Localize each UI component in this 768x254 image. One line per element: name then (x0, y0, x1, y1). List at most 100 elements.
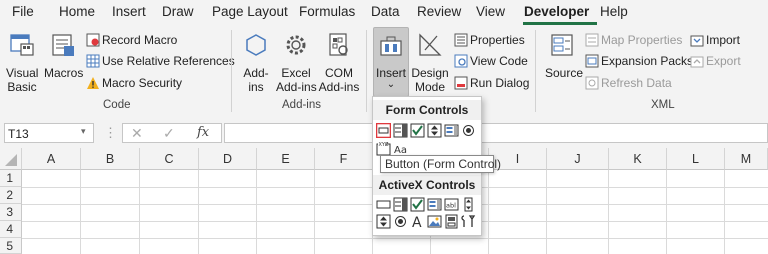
refresh-data-button[interactable]: Refresh Data (601, 76, 672, 90)
row-header-2[interactable]: 2 (0, 187, 22, 204)
enter-icon[interactable]: ✓ (163, 125, 175, 142)
grid-line (198, 170, 199, 254)
tab-file[interactable]: File (12, 4, 34, 19)
scroll-bar-icon[interactable] (461, 197, 476, 212)
toggle-button-icon[interactable] (444, 214, 459, 229)
grid-line (256, 170, 257, 254)
activex-list-box-icon[interactable] (427, 197, 442, 212)
column-header-f[interactable]: F (315, 148, 373, 170)
design-mode-label-1: Design (411, 66, 449, 80)
svg-text:abl: abl (446, 202, 456, 210)
select-all-corner[interactable] (0, 148, 22, 170)
record-macro-button[interactable]: Record Macro (102, 33, 177, 47)
activex-label-icon[interactable]: A (410, 214, 425, 229)
addins-label-2: ins (248, 80, 264, 94)
column-header-b[interactable]: B (81, 148, 140, 170)
tab-help[interactable]: Help (600, 4, 628, 19)
macros-button[interactable]: Macros (44, 66, 83, 80)
checkbox-icon[interactable] (410, 123, 425, 138)
insert-function-icon[interactable]: fx (197, 125, 209, 140)
label-control-icon[interactable]: Aa (393, 141, 408, 156)
macro-security-button[interactable]: Macro Security (102, 76, 182, 90)
properties-icon (454, 33, 468, 47)
toolbox-icon (380, 36, 402, 56)
more-controls-icon[interactable] (461, 214, 476, 229)
import-button[interactable]: Import (706, 33, 740, 47)
activex-combo-box-icon[interactable] (393, 197, 408, 212)
grid-line (22, 238, 768, 239)
tab-view[interactable]: View (476, 4, 505, 19)
run-dialog-button[interactable]: Run Dialog (470, 76, 529, 90)
visual-basic-icon[interactable] (9, 32, 35, 58)
chevron-down-icon[interactable]: ▾ (81, 126, 86, 137)
name-box[interactable]: T13 ▾ (4, 123, 94, 143)
tab-data[interactable]: Data (371, 4, 400, 19)
com-addins-label-2: Add-ins (318, 80, 360, 94)
chevron-down-icon: ⌄ (386, 79, 396, 90)
warning-icon (87, 77, 99, 89)
com-addins-icon[interactable] (326, 32, 352, 58)
row-header-3[interactable]: 3 (0, 204, 22, 221)
macros-icon[interactable] (50, 32, 76, 58)
column-header-k[interactable]: K (609, 148, 667, 170)
text-box-icon[interactable]: abl (444, 197, 459, 212)
use-relative-references-button[interactable]: Use Relative References (102, 54, 235, 68)
view-code-button[interactable]: View Code (470, 54, 528, 68)
import-icon (690, 35, 704, 47)
properties-button[interactable]: Properties (470, 33, 525, 47)
row-header-1[interactable]: 1 (0, 170, 22, 187)
command-button-icon[interactable] (376, 197, 391, 212)
column-header-a[interactable]: A (22, 148, 81, 170)
form-button-icon[interactable] (376, 123, 391, 138)
refresh-data-icon (585, 76, 599, 90)
grid-line (139, 170, 140, 254)
design-mode-label-2: Mode (414, 80, 446, 94)
export-button[interactable]: Export (706, 54, 741, 68)
tab-formulas[interactable]: Formulas (299, 4, 355, 19)
svg-text:A: A (412, 215, 422, 229)
option-button-icon[interactable] (461, 123, 476, 138)
tab-review[interactable]: Review (417, 4, 461, 19)
gear-icon[interactable] (283, 32, 309, 58)
activex-checkbox-icon[interactable] (410, 197, 425, 212)
column-header-e[interactable]: E (257, 148, 315, 170)
activex-spin-button-icon[interactable] (376, 214, 391, 229)
addins-icon[interactable] (243, 32, 269, 58)
column-header-l[interactable]: L (667, 148, 725, 170)
cancel-icon[interactable]: ✕ (131, 125, 143, 142)
source-icon[interactable] (549, 32, 575, 58)
expansion-packs-button[interactable]: Expansion Packs (601, 54, 693, 68)
tab-draw[interactable]: Draw (162, 4, 194, 19)
spin-button-icon[interactable] (427, 123, 442, 138)
tab-insert[interactable]: Insert (112, 4, 146, 19)
design-mode-icon[interactable] (417, 32, 443, 58)
list-box-icon[interactable] (444, 123, 459, 138)
column-header-j[interactable]: J (547, 148, 609, 170)
tab-developer[interactable]: Developer (524, 4, 589, 19)
source-button[interactable]: Source (545, 66, 583, 80)
column-header-c[interactable]: C (140, 148, 199, 170)
activex-option-button-icon[interactable] (393, 214, 408, 229)
image-control-icon[interactable] (427, 214, 442, 229)
grid-line (608, 170, 609, 254)
grid-line (546, 170, 547, 254)
row-header-5[interactable]: 5 (0, 238, 22, 254)
tab-home[interactable]: Home (59, 4, 95, 19)
tab-page-layout[interactable]: Page Layout (212, 4, 288, 19)
map-properties-button[interactable]: Map Properties (601, 33, 682, 47)
visual-basic-label-2: Basic (7, 80, 37, 94)
group-separator (366, 30, 367, 112)
grid-line (488, 170, 489, 254)
column-header-d[interactable]: D (199, 148, 257, 170)
column-header-m[interactable]: M (725, 148, 768, 170)
row-header-4[interactable]: 4 (0, 221, 22, 238)
group-label-addins: Add-ins (282, 99, 321, 111)
group-separator (535, 30, 536, 112)
grid-line (666, 170, 667, 254)
formula-input[interactable] (224, 123, 768, 143)
drag-handle-icon[interactable]: ⋮ (104, 125, 117, 141)
addins-label-1: Add- (243, 66, 269, 80)
combo-box-icon[interactable] (393, 123, 408, 138)
excel-addins-label-1: Excel (281, 66, 311, 80)
group-box-icon[interactable]: XYZ (376, 141, 391, 156)
